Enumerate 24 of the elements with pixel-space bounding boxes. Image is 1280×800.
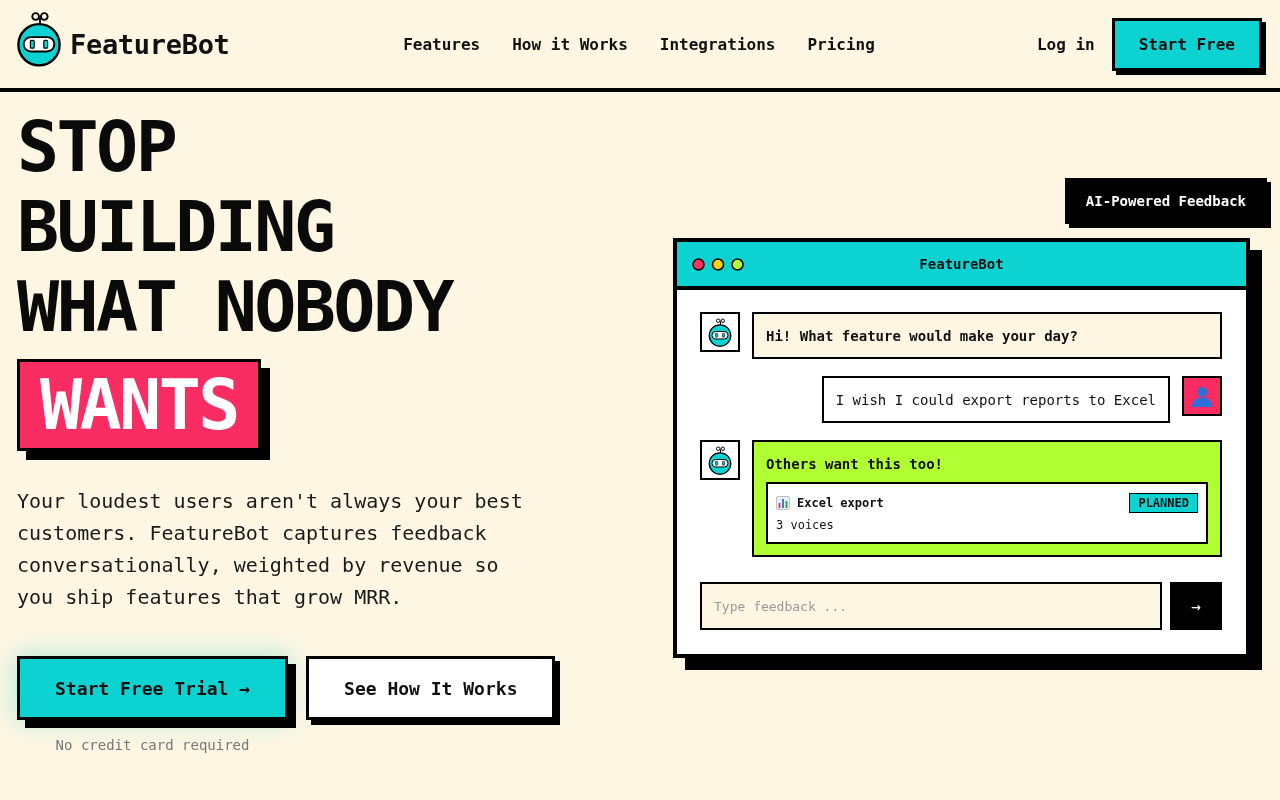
window-controls-icon bbox=[692, 257, 744, 271]
nav-link[interactable]: How it Works bbox=[512, 34, 628, 54]
bot-message: Hi! What feature would make your day? bbox=[752, 312, 1222, 359]
nav-link[interactable]: Features bbox=[403, 34, 481, 54]
user-avatar-icon bbox=[1182, 376, 1222, 416]
login-link[interactable]: Log in bbox=[1036, 34, 1095, 54]
feature-name: Excel export bbox=[797, 495, 884, 510]
bar-chart-icon bbox=[776, 495, 790, 510]
robot-avatar-icon bbox=[700, 440, 740, 480]
nav-link[interactable]: Pricing bbox=[807, 34, 875, 54]
feedback-input[interactable]: Type feedback ... bbox=[700, 582, 1162, 630]
match-title: Others want this too! bbox=[766, 455, 944, 474]
vote-count: 3 voices bbox=[776, 517, 835, 534]
brand-name: FeatureBot bbox=[70, 28, 230, 60]
no-card-note: No credit card required bbox=[55, 736, 250, 755]
hero-headline: STOP BUILDING WHAT NOBODY bbox=[17, 107, 454, 347]
hero-description: Your loudest users aren't always your best customers. FeatureBot captures feedback conversationally, weighted by revenue so you ship features that grow MRR. bbox=[17, 488, 524, 611]
window-title: FeatureBot bbox=[919, 256, 1004, 272]
status-tag: PLANNED bbox=[1129, 492, 1198, 513]
nav-link[interactable]: Integrations bbox=[659, 34, 776, 54]
robot-avatar-icon bbox=[700, 312, 740, 352]
send-button[interactable]: → bbox=[1170, 582, 1222, 630]
user-message: I wish I could export reports to Excel bbox=[821, 376, 1170, 423]
robot-logo-icon bbox=[16, 11, 62, 67]
